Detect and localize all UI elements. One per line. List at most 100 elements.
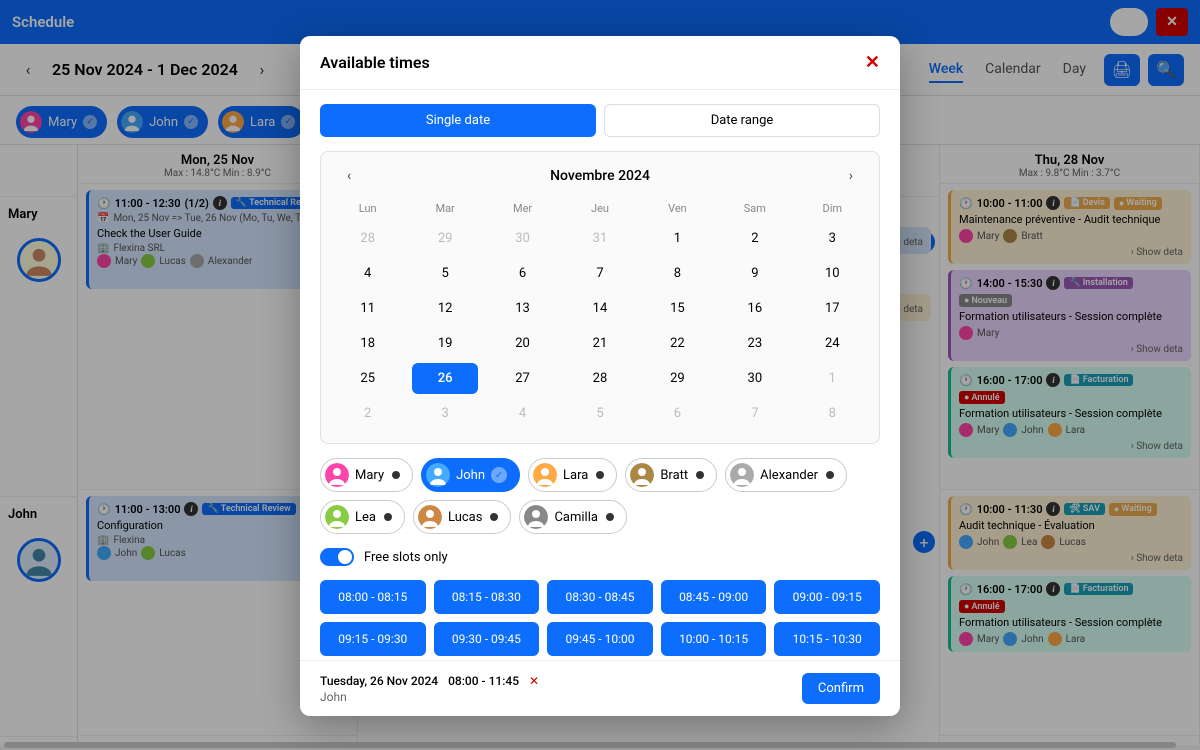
person-chip-alexander[interactable]: Alexander✓ <box>725 458 847 492</box>
cal-day[interactable]: 14 <box>567 293 632 324</box>
cal-day[interactable]: 27 <box>490 363 555 394</box>
free-slots-toggle[interactable] <box>320 548 354 566</box>
cal-day-next[interactable]: 3 <box>412 398 477 429</box>
cal-day-prev[interactable]: 31 <box>567 223 632 254</box>
available-times-modal: Available times ✕ Single date Date range… <box>300 36 900 716</box>
person-chip-lara[interactable]: Lara✓ <box>528 458 617 492</box>
time-slot[interactable]: 08:00 - 08:15 <box>320 580 426 614</box>
avatar-icon <box>533 463 557 487</box>
time-slot[interactable]: 09:30 - 09:45 <box>434 622 540 656</box>
modal-close-button[interactable]: ✕ <box>865 52 880 73</box>
cal-day[interactable]: 23 <box>722 328 787 359</box>
cal-day-prev[interactable]: 28 <box>335 223 400 254</box>
cal-day[interactable]: 8 <box>645 258 710 289</box>
person-chip-camilla[interactable]: Camilla✓ <box>519 500 627 534</box>
cal-next-month[interactable]: › <box>841 164 861 188</box>
cal-day[interactable]: 6 <box>490 258 555 289</box>
cal-day[interactable]: 28 <box>567 363 632 394</box>
avatar-icon <box>524 505 548 529</box>
selected-date: Tuesday, 26 Nov 2024 <box>320 674 438 688</box>
status-dot <box>596 471 604 479</box>
person-chip-lucas[interactable]: Lucas✓ <box>413 500 511 534</box>
selected-user: John <box>320 690 539 704</box>
cal-day[interactable]: 12 <box>412 293 477 324</box>
cal-dow: Mer <box>484 196 561 221</box>
status-dot <box>490 513 498 521</box>
cal-day[interactable]: 30 <box>722 363 787 394</box>
cal-day-prev[interactable]: 29 <box>412 223 477 254</box>
cal-dow: Sam <box>716 196 793 221</box>
check-icon: ✓ <box>491 467 507 483</box>
time-slot[interactable]: 09:45 - 10:00 <box>547 622 653 656</box>
cal-day[interactable]: 21 <box>567 328 632 359</box>
avatar-icon <box>426 463 450 487</box>
cal-day[interactable]: 1 <box>645 223 710 254</box>
cal-day[interactable]: 9 <box>722 258 787 289</box>
cal-day[interactable]: 11 <box>335 293 400 324</box>
time-slot[interactable]: 09:00 - 09:15 <box>774 580 880 614</box>
remove-selection-button[interactable]: ✕ <box>529 674 539 688</box>
cal-day-next[interactable]: 4 <box>490 398 555 429</box>
person-chip-lea[interactable]: Lea✓ <box>320 500 405 534</box>
cal-day[interactable]: 19 <box>412 328 477 359</box>
cal-day[interactable]: 13 <box>490 293 555 324</box>
cal-day[interactable]: 16 <box>722 293 787 324</box>
cal-day-next[interactable]: 8 <box>800 398 865 429</box>
status-dot <box>606 513 614 521</box>
cal-prev-month[interactable]: ‹ <box>339 164 359 188</box>
time-slot[interactable]: 08:15 - 08:30 <box>434 580 540 614</box>
cal-day[interactable]: 3 <box>800 223 865 254</box>
cal-day-next[interactable]: 1 <box>800 363 865 394</box>
avatar-icon <box>325 463 349 487</box>
cal-day[interactable]: 18 <box>335 328 400 359</box>
cal-day[interactable]: 29 <box>645 363 710 394</box>
avatar-icon <box>730 463 754 487</box>
cal-month-label: Novembre 2024 <box>550 168 650 184</box>
cal-dow: Ven <box>639 196 716 221</box>
status-dot <box>696 471 704 479</box>
mode-date-range[interactable]: Date range <box>604 104 880 137</box>
status-dot <box>392 471 400 479</box>
cal-day[interactable]: 25 <box>335 363 400 394</box>
cal-day[interactable]: 15 <box>645 293 710 324</box>
cal-day[interactable]: 7 <box>567 258 632 289</box>
cal-day[interactable]: 24 <box>800 328 865 359</box>
selected-time: 08:00 - 11:45 <box>448 674 519 688</box>
confirm-button[interactable]: Confirm <box>802 673 880 704</box>
cal-day-next[interactable]: 5 <box>567 398 632 429</box>
person-chip-john[interactable]: John✓ <box>421 458 520 492</box>
cal-day-prev[interactable]: 30 <box>490 223 555 254</box>
cal-day-next[interactable]: 7 <box>722 398 787 429</box>
cal-day[interactable]: 2 <box>722 223 787 254</box>
cal-day[interactable]: 4 <box>335 258 400 289</box>
time-slot[interactable]: 08:45 - 09:00 <box>661 580 767 614</box>
cal-day-next[interactable]: 6 <box>645 398 710 429</box>
person-chip-bratt[interactable]: Bratt✓ <box>625 458 717 492</box>
calendar: ‹ Novembre 2024 › LunMarMerJeuVenSamDim 2… <box>320 151 880 444</box>
cal-day[interactable]: 5 <box>412 258 477 289</box>
avatar-icon <box>325 505 349 529</box>
cal-dow: Dim <box>794 196 871 221</box>
cal-day[interactable]: 10 <box>800 258 865 289</box>
status-dot <box>826 471 834 479</box>
cal-day[interactable]: 26 <box>412 363 477 394</box>
person-chip-mary[interactable]: Mary✓ <box>320 458 413 492</box>
cal-day[interactable]: 17 <box>800 293 865 324</box>
avatar-icon <box>418 505 442 529</box>
avatar-icon <box>630 463 654 487</box>
time-slot[interactable]: 10:00 - 10:15 <box>661 622 767 656</box>
time-slot[interactable]: 08:30 - 08:45 <box>547 580 653 614</box>
cal-dow: Jeu <box>561 196 638 221</box>
status-dot <box>384 513 392 521</box>
free-slots-label: Free slots only <box>364 550 448 565</box>
modal-overlay: Available times ✕ Single date Date range… <box>0 0 1200 750</box>
modal-title: Available times <box>320 53 430 72</box>
cal-day[interactable]: 22 <box>645 328 710 359</box>
cal-day-next[interactable]: 2 <box>335 398 400 429</box>
cal-day[interactable]: 20 <box>490 328 555 359</box>
time-slot[interactable]: 10:15 - 10:30 <box>774 622 880 656</box>
cal-dow: Lun <box>329 196 406 221</box>
mode-single-date[interactable]: Single date <box>320 104 596 137</box>
time-slot[interactable]: 09:15 - 09:30 <box>320 622 426 656</box>
cal-dow: Mar <box>406 196 483 221</box>
